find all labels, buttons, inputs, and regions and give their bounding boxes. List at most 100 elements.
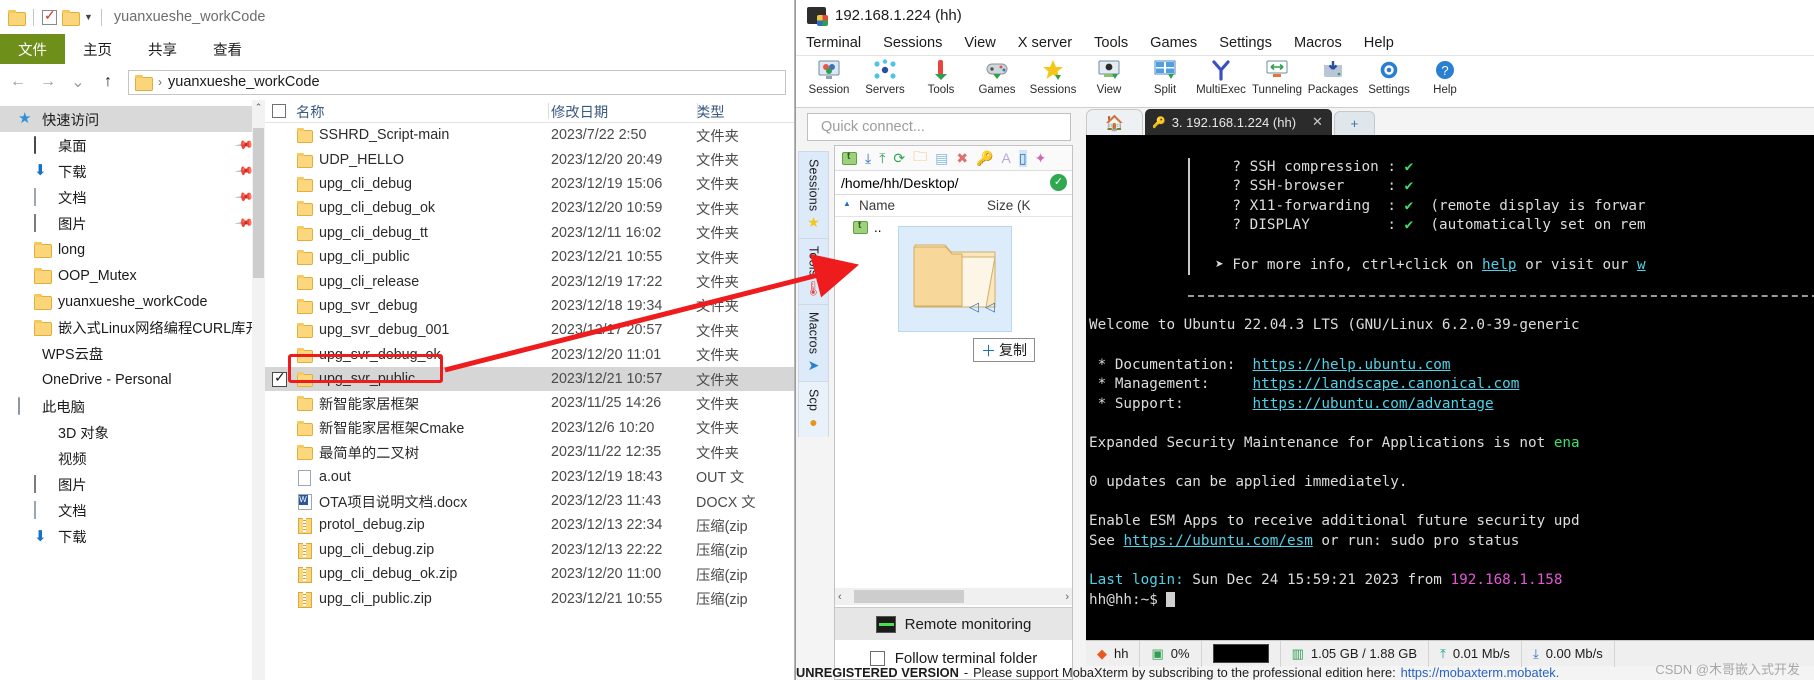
sftp-path-bar[interactable]: /home/hh/Desktop/ ✓ xyxy=(835,171,1072,195)
toolbar-help[interactable]: ? Help xyxy=(1417,56,1473,96)
table-row[interactable]: upg_svr_debug 2023/12/18 19:34 文件夹 xyxy=(265,294,794,318)
row-select-cell[interactable] xyxy=(265,369,293,387)
new-file-icon[interactable]: ▤ xyxy=(935,150,948,167)
nav-item-13[interactable]: 视频 xyxy=(0,445,265,471)
up-button[interactable]: ↑ xyxy=(98,73,118,91)
table-row[interactable]: upg_cli_release 2023/12/19 17:22 文件夹 xyxy=(265,269,794,293)
menu-item-sessions[interactable]: Sessions xyxy=(883,35,942,51)
table-row[interactable]: UDP_HELLO 2023/12/20 20:49 文件夹 xyxy=(265,147,794,171)
table-row[interactable]: upg_cli_debug 2023/12/19 15:06 文件夹 xyxy=(265,172,794,196)
close-icon[interactable]: ✕ xyxy=(1312,114,1323,130)
menu-item-view[interactable]: View xyxy=(964,35,995,51)
session-tab[interactable]: 🔑 3. 192.168.1.224 (hh) ✕ xyxy=(1145,109,1332,135)
menu-item-games[interactable]: Games xyxy=(1150,35,1197,51)
upload-icon[interactable]: ⤒ xyxy=(879,150,885,167)
table-row[interactable]: protol_debug.zip 2023/12/13 22:34 压缩(zip xyxy=(265,513,794,537)
table-row[interactable]: upg_cli_debug.zip 2023/12/13 22:22 压缩(zip xyxy=(265,538,794,562)
column-header-type[interactable]: 类型 xyxy=(696,101,766,122)
nav-scrollbar[interactable]: ⌃ xyxy=(252,100,265,680)
quick-connect-input[interactable]: Quick connect... xyxy=(807,113,1071,141)
new-folder-icon[interactable] xyxy=(62,10,80,26)
menu-item-x-server[interactable]: X server xyxy=(1018,35,1072,51)
status-user[interactable]: ◆ hh xyxy=(1086,640,1141,667)
nav-item-0[interactable]: ★ 快速访问 xyxy=(0,106,265,133)
toolbar-multiexec[interactable]: MultiExec xyxy=(1193,56,1249,96)
nav-item-2[interactable]: ⬇ 下载 📌 xyxy=(0,158,265,184)
table-row[interactable]: upg_cli_debug_tt 2023/12/11 16:02 文件夹 xyxy=(265,221,794,245)
chevron-down-icon[interactable]: ▼ xyxy=(84,12,93,22)
permissions-icon[interactable]: 🔑 xyxy=(976,150,993,167)
menu-item-macros[interactable]: Macros xyxy=(1294,35,1342,51)
tab-file[interactable]: 文件 xyxy=(0,34,65,64)
scrollbar-thumb[interactable] xyxy=(253,128,264,278)
nav-item-12[interactable]: 3D 对象 xyxy=(0,419,265,445)
table-row[interactable]: 新智能家居框架Cmake 2023/12/6 10:20 文件夹 xyxy=(265,416,794,440)
back-button[interactable]: ← xyxy=(8,73,28,91)
nav-item-8[interactable]: 嵌入式Linux网络编程CURL库开发 xyxy=(0,315,265,341)
table-row[interactable]: OTA项目说明文档.docx 2023/12/23 11:43 DOCX 文 xyxy=(265,489,794,513)
terminal-output[interactable]: ? SSH compression : ✔ ? SSH-browser : ✔ … xyxy=(1086,135,1814,646)
remote-monitoring-button[interactable]: Remote monitoring xyxy=(835,607,1072,640)
menu-item-settings[interactable]: Settings xyxy=(1219,35,1272,51)
scroll-right-icon[interactable]: › xyxy=(1065,591,1069,603)
toolbar-view[interactable]: View xyxy=(1081,56,1137,96)
scroll-up-icon[interactable]: ⌃ xyxy=(252,102,265,113)
forward-button[interactable]: → xyxy=(38,73,58,91)
menu-item-tools[interactable]: Tools xyxy=(1094,35,1128,51)
nav-item-15[interactable]: 文档 xyxy=(0,497,265,523)
menu-item-terminal[interactable]: Terminal xyxy=(806,35,861,51)
nav-item-4[interactable]: 图片 📌 xyxy=(0,210,265,236)
status-upload[interactable]: ⤒ 0.01 Mb/s xyxy=(1429,640,1522,667)
toolbar-split[interactable]: Split xyxy=(1137,56,1193,96)
scrollbar-thumb[interactable] xyxy=(854,590,964,603)
nav-item-10[interactable]: OneDrive - Personal xyxy=(0,367,265,393)
nav-item-16[interactable]: ⬇ 下载 xyxy=(0,524,265,550)
table-row[interactable]: 最简单的二叉树 2023/11/22 12:35 文件夹 xyxy=(265,440,794,464)
column-header-name[interactable]: 名称 xyxy=(293,101,551,122)
nav-item-7[interactable]: yuanxueshe_workCode xyxy=(0,289,265,315)
table-row[interactable]: upg_svr_public 2023/12/21 10:57 文件夹 xyxy=(265,366,794,392)
sftp-col-size[interactable]: Size (K xyxy=(987,198,1031,213)
refresh-icon[interactable]: ⟳ xyxy=(893,150,905,167)
nav-item-3[interactable]: 文档 📌 xyxy=(0,184,265,210)
nav-item-6[interactable]: OOP_Mutex xyxy=(0,263,265,289)
sftp-col-name[interactable]: Name xyxy=(835,198,987,213)
status-graph[interactable] xyxy=(1202,640,1281,667)
table-row[interactable]: upg_cli_debug_ok 2023/12/20 10:59 文件夹 xyxy=(265,196,794,220)
table-row[interactable]: a.out 2023/12/19 18:43 OUT 文 xyxy=(265,464,794,488)
table-row[interactable]: upg_cli_public 2023/12/21 10:55 文件夹 xyxy=(265,245,794,269)
menu-item-help[interactable]: Help xyxy=(1364,35,1394,51)
toolbar-tools[interactable]: Tools xyxy=(913,56,969,96)
breadcrumb-current[interactable]: yuanxueshe_workCode xyxy=(168,74,320,90)
toggle-panel-icon[interactable]: ▯ xyxy=(1018,149,1027,167)
select-all-checkbox[interactable] xyxy=(272,104,286,118)
table-row[interactable]: upg_cli_public.zip 2023/12/21 10:55 压缩(zip xyxy=(265,586,794,610)
nav-item-9[interactable]: WPS云盘 xyxy=(0,341,265,367)
nav-item-14[interactable]: 图片 xyxy=(0,471,265,497)
table-row[interactable]: upg_cli_debug_ok.zip 2023/12/20 11:00 压缩(z… xyxy=(265,562,794,586)
column-header-date[interactable]: 修改日期 xyxy=(551,101,696,122)
tab-view[interactable]: 查看 xyxy=(195,34,260,64)
parent-folder-icon[interactable] xyxy=(842,151,857,165)
nav-item-5[interactable]: long xyxy=(0,236,265,262)
scroll-left-icon[interactable]: ‹ xyxy=(838,591,842,603)
status-download[interactable]: ⤓ 0.00 Mb/s xyxy=(1522,640,1615,667)
status-cpu[interactable]: ▣ 0% xyxy=(1140,640,1202,667)
table-row[interactable]: SSHRD_Script-main 2023/7/22 2:50 文件夹 xyxy=(265,123,794,147)
toolbar-settings[interactable]: Settings xyxy=(1361,56,1417,96)
toolbar-tunneling[interactable]: Tunneling xyxy=(1249,56,1305,96)
row-checkbox[interactable] xyxy=(271,369,287,387)
table-row[interactable]: upg_svr_debug_001 2023/12/17 20:57 文件夹 xyxy=(265,318,794,342)
download-icon[interactable]: ⤓ xyxy=(865,150,871,167)
sftp-horizontal-scrollbar[interactable]: ‹ › xyxy=(835,588,1072,605)
toolbar-session[interactable]: Session xyxy=(801,56,857,96)
side-tab-macros[interactable]: Macros ➤ xyxy=(798,303,829,381)
address-input[interactable]: › yuanxueshe_workCode xyxy=(128,69,786,95)
home-tab[interactable]: 🏠 xyxy=(1086,109,1143,135)
toolbar-servers[interactable]: Servers xyxy=(857,56,913,96)
text-mode-icon[interactable]: A xyxy=(1002,150,1011,166)
magic-icon[interactable]: ✦ xyxy=(1035,150,1047,167)
new-folder-icon[interactable]: 🗀 xyxy=(913,146,927,170)
recent-locations-button[interactable]: ⌄ xyxy=(68,72,88,92)
nav-item-11[interactable]: 此电脑 xyxy=(0,393,265,419)
